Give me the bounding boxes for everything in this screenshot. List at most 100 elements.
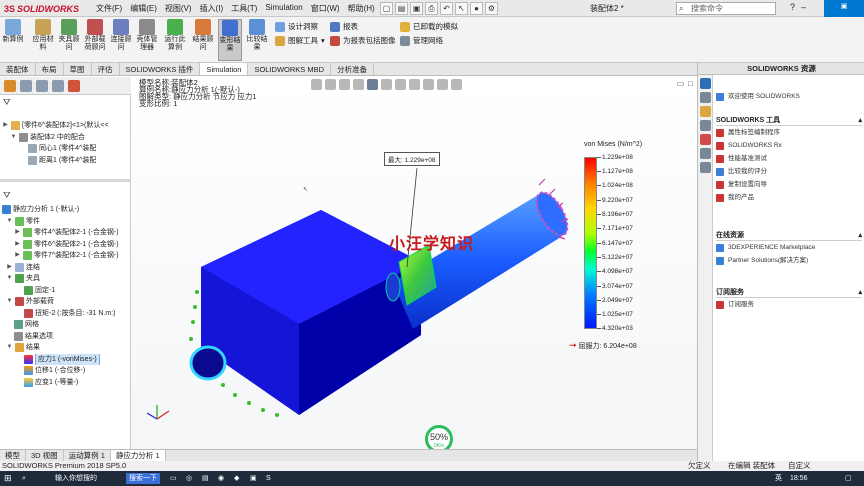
tool-link[interactable]: 复制设置向导 [716,178,862,191]
unloaded-sim-button[interactable]: 已卸载的模拟 [400,21,458,33]
tab-mbd[interactable]: SOLIDWORKS MBD [248,63,332,75]
subscription-header[interactable]: 订阅服务 ▴ [716,287,862,298]
tab-evaluate[interactable]: 评估 [92,63,120,75]
home-icon[interactable] [700,78,711,89]
plot-tools-button[interactable]: 图解工具 ▾ [275,35,325,47]
menu-view[interactable]: 视图(V) [165,3,192,14]
report-button[interactable]: 报表 [330,21,358,33]
panel-splitter[interactable] [0,179,131,182]
apply-material-button[interactable]: 应用材料 [32,19,54,61]
tree-row[interactable]: ▶ 零件4^装配体2-1 (-合金钢-) [0,227,131,239]
file-explorer-icon[interactable] [700,106,711,117]
status-units[interactable]: 自定义 [788,461,811,471]
select-icon[interactable]: ↖ [455,2,468,15]
run-study-button[interactable]: 运行此算例 [164,19,186,61]
open-icon[interactable]: ▤ [395,2,408,15]
menu-file[interactable]: 文件(F) [96,3,122,14]
menu-edit[interactable]: 编辑(E) [130,3,157,14]
external-loads-button[interactable]: 外部载荷顾问 [84,19,106,61]
tree-row[interactable]: 同心1 (零件4^装配 [0,143,131,155]
browser-icon[interactable]: ◎ [186,473,192,484]
tree-row[interactable]: ▼ 结果 [0,342,131,354]
menu-tools[interactable]: 工具(T) [231,3,257,14]
appearances-icon[interactable] [700,134,711,145]
filter-icon[interactable]: ⛛ [3,190,11,201]
tree-row[interactable]: 静应力分析 1 (-默认-) [0,204,131,216]
taskbar-search-button[interactable]: 搜索一下 [126,473,160,484]
solidworks-logo[interactable]: 3S SOLIDWORKS [4,2,79,15]
tab-static-study[interactable]: 静应力分析 1 [110,450,166,461]
tree-row[interactable]: ▼ 装配体2 中的配合 [0,132,131,144]
tab-assembly[interactable]: 装配体 [0,63,36,75]
library-icon[interactable] [700,92,711,103]
tool-link[interactable]: 性能基准测试 [716,152,862,165]
tools-header[interactable]: SOLIDWORKS 工具 ▴ [716,115,862,126]
menu-window[interactable]: 窗口(W) [311,3,340,14]
online-header[interactable]: 在线资源 ▴ [716,230,862,241]
config-manager-icon[interactable] [36,80,48,92]
task-view-icon[interactable]: ▭ [170,473,177,484]
tree-row[interactable]: ▶ [零件6^装配体2]<1>(默认<< [0,120,131,132]
feature-tree-icon[interactable] [4,80,16,92]
tab-analysis-prep[interactable]: 分析准备 [331,63,375,75]
clock-time[interactable]: 18:56 [790,473,808,484]
app-icon[interactable]: ▣ [250,473,257,484]
tab-addins[interactable]: SOLIDWORKS 插件 [120,63,201,75]
search-commands-input[interactable]: ⌕ 搜索命令 [676,2,776,15]
deformed-result-button[interactable]: 变形结果 [218,19,242,61]
explorer-icon[interactable]: ▤ [202,473,209,484]
help-icon[interactable]: ? [790,2,795,12]
welcome-link[interactable]: 欢迎使用 SOLIDWORKS [716,90,862,103]
solidworks-task-icon[interactable]: S [266,473,271,484]
tool-link[interactable]: 属性标签编制程序 [716,126,862,139]
tree-row[interactable]: 应变1 (-等量-) [0,377,131,389]
print-icon[interactable]: ⎙ [425,2,438,15]
include-image-button[interactable]: 为报表包括图像 [330,35,396,47]
shell-manager-button[interactable]: 壳体管理器 [136,19,158,61]
new-icon[interactable]: ▢ [380,2,393,15]
tab-3d-views[interactable]: 3D 视图 [26,450,64,461]
tab-model[interactable]: 模型 [0,450,26,461]
tree-row[interactable]: ▶ 零件7^装配体2-1 (-合金钢-) [0,250,131,262]
tree-row[interactable]: ▼ 夹具 [0,273,131,285]
tab-layout[interactable]: 布局 [36,63,64,75]
tab-simulation[interactable]: Simulation [200,63,249,75]
custom-props-icon[interactable] [700,148,711,159]
tree-row[interactable]: ▶ 零件6^装配体2-1 (-合金钢-) [0,239,131,251]
undo-icon[interactable]: ↶ [440,2,453,15]
tree-row[interactable]: 结果选项 [0,331,131,343]
tree-row[interactable]: 距离1 (零件4^装配 [0,155,131,167]
filter-icon[interactable]: ⛛ [3,97,11,108]
view-palette-icon[interactable] [700,120,711,131]
tool-link[interactable]: 我的产品 [716,191,862,204]
menu-simulation[interactable]: Simulation [265,3,302,14]
design-insight-button[interactable]: 设计洞察 [275,21,318,33]
dimxpert-icon[interactable] [52,80,64,92]
app-icon[interactable]: ◉ [218,473,224,484]
tree-row-selected[interactable]: 应力1 (-vonMises-) [0,353,131,365]
tree-row[interactable]: ▼ 外部载荷 [0,296,131,308]
subscription-link[interactable]: 订阅服务 [716,298,862,311]
online-link[interactable]: Partner Solutions(解决方案) [716,254,862,267]
online-link[interactable]: 3DEXPERIENCE Marketplace [716,241,862,254]
results-advisor-button[interactable]: 结果顾问 [192,19,214,61]
new-study-button[interactable]: 新算例 [2,19,24,61]
tree-row[interactable]: 位移1 (-合位移-) [0,365,131,377]
connections-advisor-button[interactable]: 连接顾问 [110,19,132,61]
tab-sketch[interactable]: 草图 [64,63,92,75]
manage-network-button[interactable]: 管理网络 [400,35,443,47]
options-icon[interactable]: ⚙ [485,2,498,15]
menu-insert[interactable]: 插入(I) [200,3,224,14]
compare-results-button[interactable]: 比较结果 [246,19,268,61]
property-manager-icon[interactable] [20,80,32,92]
notification-icon[interactable]: ▢ [845,473,852,484]
appearance-icon[interactable] [68,80,80,92]
search-icon[interactable]: ⌕ [22,473,26,484]
tree-row[interactable]: ▶ 连结 [0,262,131,274]
tool-link[interactable]: SOLIDWORKS Rx [716,139,862,152]
input-language[interactable]: 英 [775,473,782,484]
save-icon[interactable]: ▣ [410,2,423,15]
rebuild-icon[interactable]: ● [470,2,483,15]
menu-help[interactable]: 帮助(H) [348,3,375,14]
app-icon[interactable]: ◆ [234,473,239,484]
